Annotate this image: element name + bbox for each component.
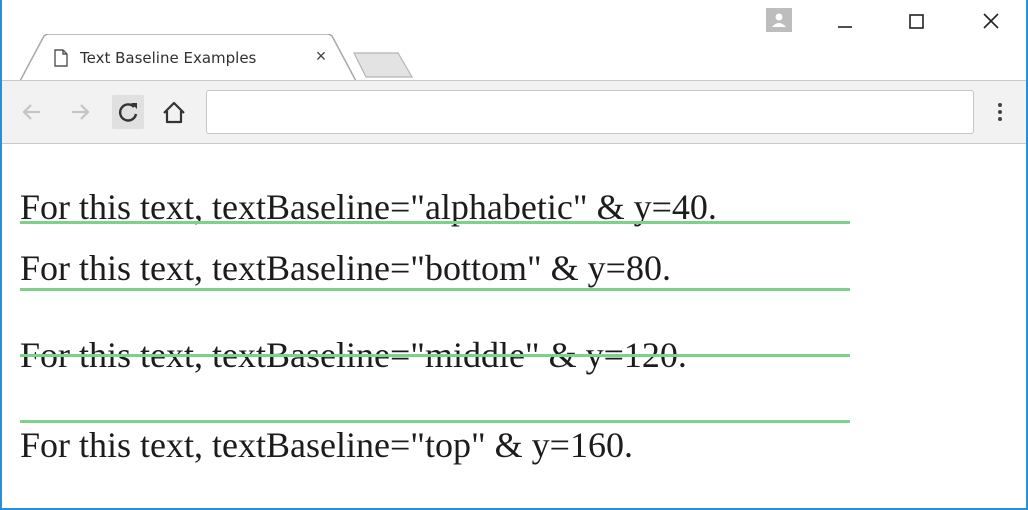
address-bar-input[interactable] bbox=[206, 90, 974, 134]
tab-close-button[interactable]: × bbox=[310, 45, 332, 67]
middle-guide-line bbox=[20, 354, 850, 357]
minimize-icon[interactable] bbox=[822, 6, 868, 36]
top-guide-line bbox=[20, 420, 850, 423]
alphabetic-guide-line bbox=[20, 221, 850, 224]
kebab-menu-icon[interactable] bbox=[988, 97, 1012, 127]
top-example-text: For this text, textBaseline="top" & y=16… bbox=[20, 425, 633, 465]
alphabetic-example-text: For this text, textBaseline="alphabetic"… bbox=[20, 187, 717, 227]
browser-window: Text Baseline Examples × For this text, … bbox=[0, 0, 1028, 510]
tab-title: Text Baseline Examples bbox=[80, 49, 257, 67]
maximize-icon[interactable] bbox=[894, 6, 940, 36]
forward-arrow-icon[interactable] bbox=[64, 95, 96, 129]
document-icon bbox=[54, 49, 68, 67]
home-icon[interactable] bbox=[158, 95, 190, 129]
profile-icon[interactable] bbox=[766, 8, 792, 32]
title-bar: Text Baseline Examples × bbox=[2, 0, 1026, 82]
tab-text-baseline-examples[interactable]: Text Baseline Examples × bbox=[20, 34, 356, 82]
reload-icon[interactable] bbox=[112, 95, 144, 129]
new-tab-button[interactable] bbox=[352, 52, 414, 78]
close-window-icon[interactable] bbox=[968, 6, 1014, 36]
bottom-example-text: For this text, textBaseline="bottom" & y… bbox=[20, 248, 671, 288]
back-arrow-icon[interactable] bbox=[16, 95, 48, 129]
bottom-guide-line bbox=[20, 288, 850, 291]
browser-toolbar bbox=[2, 80, 1026, 144]
page-content: For this text, textBaseline="alphabetic"… bbox=[2, 145, 1026, 508]
